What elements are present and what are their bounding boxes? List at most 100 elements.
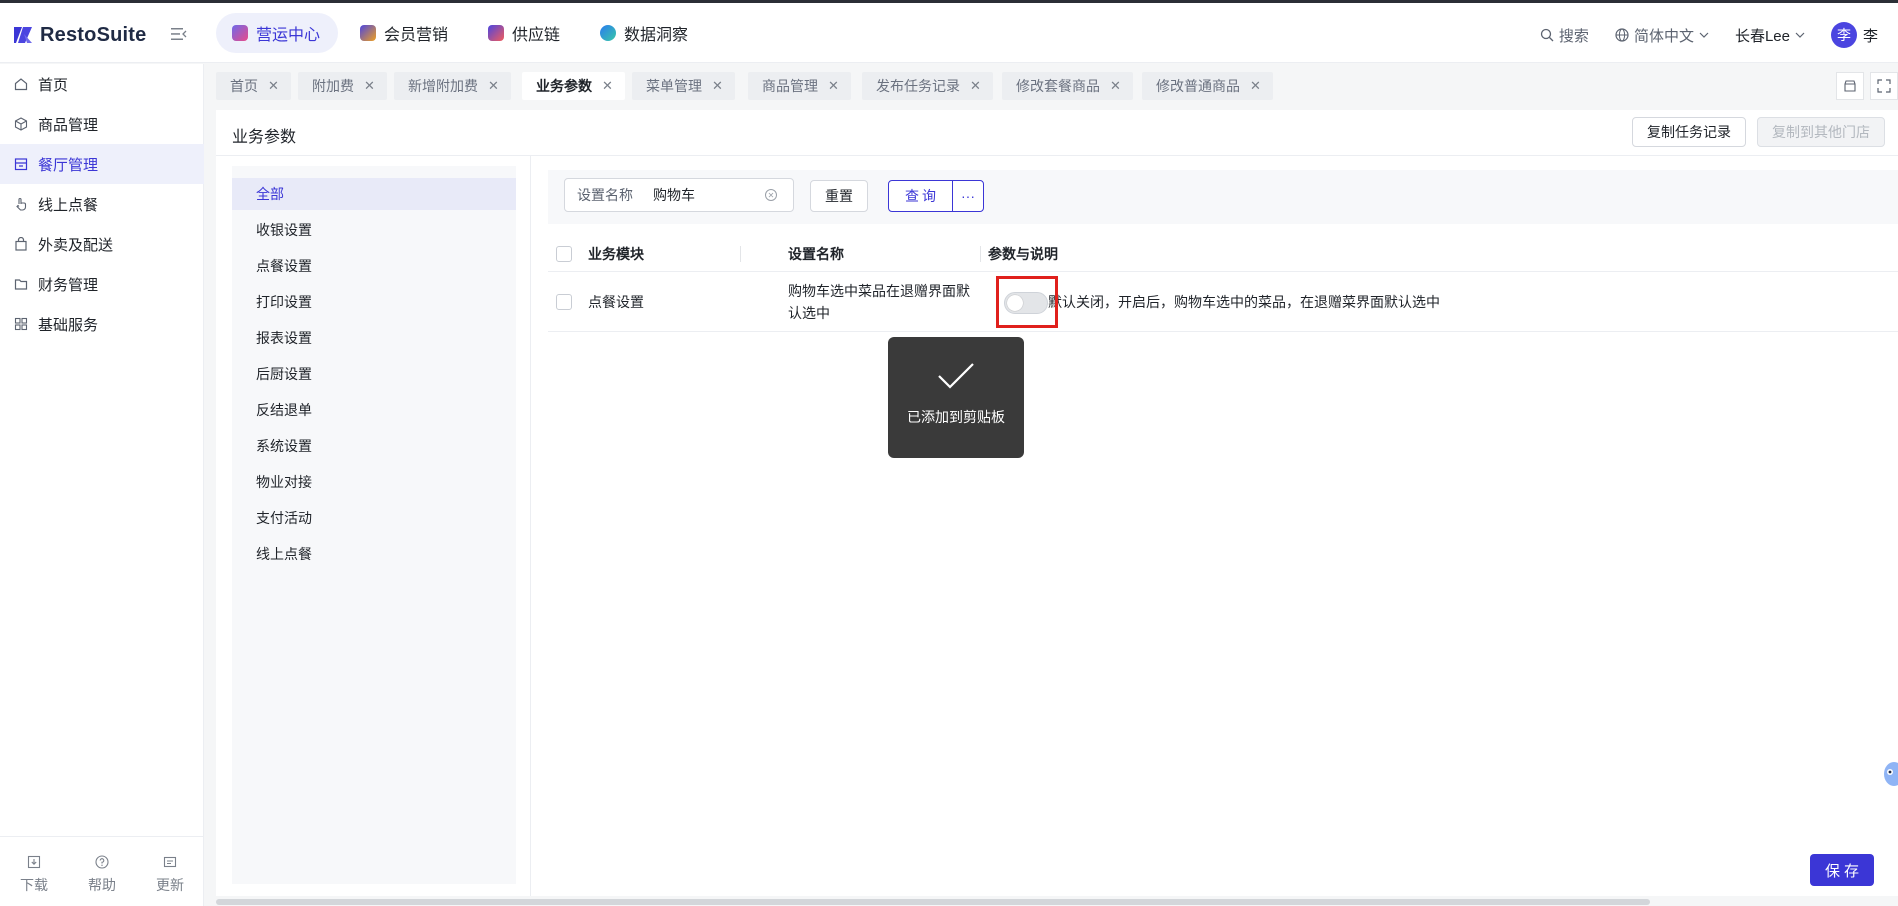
- collapse-menu-icon[interactable]: [170, 25, 188, 43]
- bag-icon: [15, 237, 27, 251]
- tab-edit-combo[interactable]: 修改套餐商品 ✕: [1002, 72, 1133, 100]
- topnav-supply-chain[interactable]: 供应链: [472, 13, 578, 53]
- category-item[interactable]: 打印设置: [232, 286, 516, 318]
- close-icon[interactable]: ✕: [268, 78, 279, 94]
- folder-icon: [14, 279, 28, 290]
- close-icon[interactable]: ✕: [712, 78, 723, 94]
- close-icon[interactable]: ✕: [364, 78, 375, 94]
- sidebar-item-finance[interactable]: 财务管理: [0, 264, 204, 304]
- setting-name-value: 购物车: [653, 187, 695, 203]
- store-selector[interactable]: 长春Lee: [1735, 25, 1805, 46]
- tab-home[interactable]: 首页 ✕: [216, 72, 291, 100]
- shop-icon: [1844, 80, 1856, 92]
- avatar: 李: [1830, 22, 1857, 48]
- topnav-label: 供应链: [512, 27, 561, 44]
- mascot-icon[interactable]: [1878, 752, 1898, 792]
- close-icon[interactable]: ✕: [488, 78, 499, 94]
- sidebar-item-home[interactable]: 首页: [0, 64, 204, 104]
- category-item[interactable]: 收银设置: [232, 214, 516, 246]
- tab-business-params[interactable]: 业务参数 ✕: [522, 72, 625, 100]
- search-icon: [1540, 28, 1554, 42]
- tab-product-management[interactable]: 商品管理 ✕: [748, 72, 851, 100]
- toast-text: 已添加到剪贴板: [907, 409, 1005, 425]
- app-name: RestoSuite: [40, 23, 147, 46]
- filter-bar: 设置名称 购物车 ✕ 重置 查询 ···: [548, 170, 1898, 224]
- category-item[interactable]: 反结退单: [232, 394, 516, 426]
- tab-label: 商品管理: [762, 78, 818, 94]
- topnav-data-insights[interactable]: 数据洞察: [584, 13, 706, 53]
- fullscreen-icon: [1877, 79, 1891, 93]
- sidebar-item-label: 商品管理: [38, 116, 99, 134]
- toggle-knob: [1007, 295, 1023, 311]
- category-all[interactable]: 全部: [232, 178, 516, 210]
- row-checkbox[interactable]: [556, 293, 572, 310]
- copy-to-other-store-button[interactable]: 复制到其他门店: [1757, 117, 1885, 147]
- select-all-checkbox[interactable]: [556, 245, 572, 262]
- tab-label: 附加费: [312, 78, 354, 94]
- setting-toggle[interactable]: [1004, 292, 1048, 314]
- category-item[interactable]: 报表设置: [232, 322, 516, 354]
- tab-label: 业务参数: [536, 78, 592, 94]
- category-list: 全部 收银设置 点餐设置 打印设置 报表设置 后厨设置 反结退单 系统设置 物业…: [232, 166, 516, 884]
- tab-publish-tasks[interactable]: 发布任务记录 ✕: [862, 72, 993, 100]
- download-button[interactable]: 下载: [0, 837, 68, 906]
- sidebar-item-online-order[interactable]: 线上点餐: [0, 184, 204, 224]
- sidebar-item-basic-services[interactable]: 基础服务: [0, 304, 204, 344]
- tab-edit-regular[interactable]: 修改普通商品 ✕: [1142, 72, 1273, 100]
- page-tabs: 首页 ✕ 附加费 ✕ 新增附加费 ✕ 业务参数 ✕ 菜单管理 ✕ 商品管理 ✕ 发布任务记录…: [204, 64, 1898, 106]
- save-button[interactable]: 保存: [1810, 854, 1874, 886]
- app-logo[interactable]: RestoSuite: [12, 23, 146, 47]
- update-icon: [163, 856, 177, 868]
- tab-add-surcharge[interactable]: 新增附加费 ✕: [394, 72, 511, 100]
- close-icon[interactable]: ✕: [970, 78, 981, 94]
- supply-chain-icon: [488, 25, 505, 41]
- close-icon[interactable]: ✕: [828, 78, 839, 94]
- home-icon: [14, 78, 28, 91]
- clear-icon[interactable]: ✕: [765, 189, 777, 201]
- sidebar-item-restaurant[interactable]: 餐厅管理: [0, 144, 204, 184]
- category-item[interactable]: 后厨设置: [232, 358, 516, 390]
- query-button[interactable]: 查询: [888, 180, 954, 212]
- search-label: 搜索: [1558, 27, 1589, 45]
- category-item[interactable]: 线上点餐: [232, 538, 516, 570]
- tab-surcharge[interactable]: 附加费 ✕: [298, 72, 387, 100]
- category-item[interactable]: 系统设置: [232, 430, 516, 462]
- search-button[interactable]: 搜索: [1540, 25, 1589, 46]
- topnav-operations[interactable]: 营运中心: [216, 13, 339, 53]
- category-item[interactable]: 点餐设置: [232, 250, 516, 282]
- reset-button[interactable]: 重置: [810, 180, 868, 212]
- category-item[interactable]: 支付活动: [232, 502, 516, 534]
- topnav-label: 会员营销: [384, 27, 449, 44]
- close-icon[interactable]: ✕: [1250, 78, 1261, 94]
- help-button[interactable]: 帮助: [68, 837, 136, 906]
- store-icon: [14, 158, 28, 171]
- category-item[interactable]: 物业对接: [232, 466, 516, 498]
- update-label: 更新: [156, 877, 184, 893]
- language-selector[interactable]: 简体中文: [1615, 25, 1709, 46]
- close-icon[interactable]: ✕: [1110, 78, 1121, 94]
- grid-icon: [14, 317, 28, 331]
- close-icon[interactable]: ✕: [602, 78, 613, 94]
- setting-name-cell: 购物车选中菜品在退赠界面默认选中: [788, 272, 978, 331]
- toast-message: 已添加到剪贴板: [888, 337, 1024, 458]
- setting-name-field[interactable]: 设置名称 购物车 ✕: [564, 178, 794, 212]
- sidebar-item-products[interactable]: 商品管理: [0, 104, 204, 144]
- table-header: 业务模块 设置名称 参数与说明: [548, 236, 1898, 272]
- column-separator: [740, 246, 741, 262]
- horizontal-scrollbar[interactable]: [216, 899, 1650, 905]
- header-setting-name: 设置名称: [788, 245, 844, 262]
- topnav-membership[interactable]: 会员营销: [344, 13, 466, 53]
- tab-menu-management[interactable]: 菜单管理 ✕: [632, 72, 735, 100]
- sidebar-item-label: 餐厅管理: [38, 156, 99, 174]
- store-switch-button[interactable]: [1836, 72, 1864, 100]
- update-button[interactable]: 更新: [136, 837, 204, 906]
- main-panel: 业务参数 复制任务记录 复制到其他门店 全部 收银设置 点餐设置 打印设置 报表…: [216, 110, 1898, 896]
- copy-task-record-button[interactable]: 复制任务记录: [1632, 117, 1746, 147]
- sidebar-item-delivery[interactable]: 外卖及配送: [0, 224, 204, 264]
- language-label: 简体中文: [1633, 27, 1694, 45]
- settings-table: 业务模块 设置名称 参数与说明 点餐设置 购物车选中菜品在退赠界面默认选中 默认…: [548, 236, 1898, 332]
- fullscreen-button[interactable]: [1870, 72, 1898, 100]
- more-options-button[interactable]: ···: [952, 180, 984, 212]
- user-menu[interactable]: 李 李: [1830, 22, 1878, 48]
- select-all-cell: [556, 236, 572, 271]
